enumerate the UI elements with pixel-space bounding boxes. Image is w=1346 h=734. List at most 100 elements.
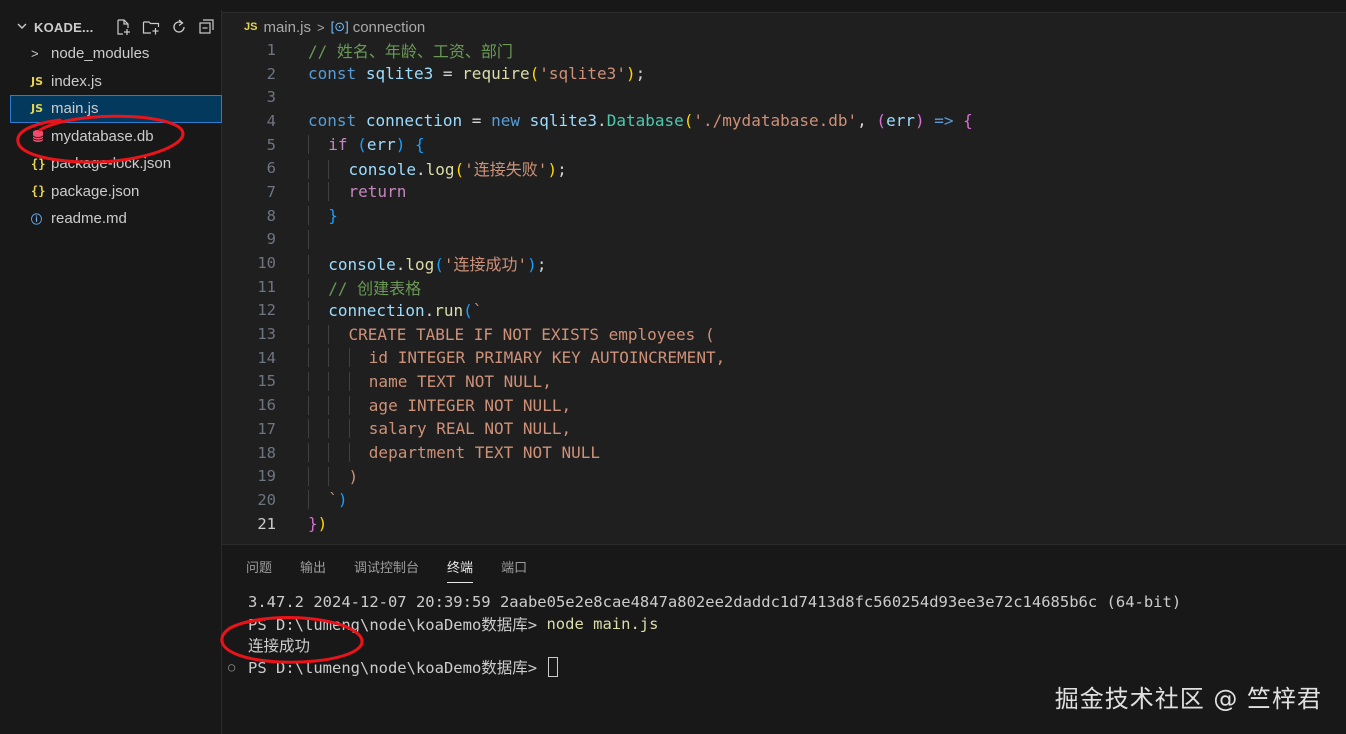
code-comment: // 姓名、年龄、工资、部门 bbox=[308, 41, 513, 61]
line-number: 6 bbox=[266, 159, 276, 178]
line-number: 21 bbox=[257, 514, 276, 533]
template-tick: ` bbox=[328, 490, 338, 510]
sql-string: department TEXT NOT NULL bbox=[368, 443, 600, 463]
fn-run: run bbox=[434, 300, 464, 320]
breadcrumb: JS main.js > [⊙] connection bbox=[244, 16, 425, 38]
code-line: 18 department TEXT NOT NULL bbox=[222, 441, 1346, 465]
sql-string: CREATE TABLE IF NOT EXISTS employees ( bbox=[348, 324, 715, 344]
breadcrumb-file[interactable]: main.js bbox=[263, 19, 311, 36]
tab-debug-console[interactable]: 调试控制台 bbox=[354, 557, 419, 583]
line-number: 3 bbox=[266, 88, 276, 107]
terminal-prompt: PS D:\lumeng\node\koaDemo数据库> bbox=[248, 658, 547, 677]
code-line: 19 ) bbox=[222, 464, 1346, 488]
sidebar-top-strip bbox=[0, 0, 222, 10]
code-line: 6 console.log('连接失败'); bbox=[222, 156, 1346, 180]
tree-item-readme-md[interactable]: ⓘ readme.md bbox=[0, 205, 222, 233]
var-sqlite3: sqlite3 bbox=[529, 111, 598, 131]
terminal-prompt: PS D:\lumeng\node\koaDemo数据库> bbox=[248, 615, 547, 634]
sql-string: ) bbox=[348, 466, 359, 486]
refresh-icon[interactable] bbox=[170, 18, 188, 36]
terminal-command: node main.js bbox=[546, 614, 659, 633]
code-line: 17 salary REAL NOT NULL, bbox=[222, 417, 1346, 441]
keyword-return: return bbox=[348, 182, 407, 202]
breadcrumb-separator: > bbox=[316, 19, 325, 35]
var-err: err bbox=[366, 135, 396, 155]
fn-log: log bbox=[425, 160, 455, 180]
sql-string: salary REAL NOT NULL, bbox=[368, 419, 572, 439]
line-number: 15 bbox=[257, 372, 276, 391]
sql-string: age INTEGER NOT NULL, bbox=[368, 395, 572, 415]
line-number: 18 bbox=[257, 443, 276, 462]
code-line: 21}) bbox=[222, 512, 1346, 536]
sql-string: name TEXT NOT NULL, bbox=[368, 371, 552, 391]
line-number: 8 bbox=[266, 206, 276, 225]
code-line: 2 const sqlite3 = require('sqlite3'); bbox=[222, 62, 1346, 86]
line-number: 10 bbox=[257, 254, 276, 273]
string: '连接失败' bbox=[464, 160, 548, 180]
panel-tabs: 问题 输出 调试控制台 终端 端口 bbox=[246, 557, 527, 583]
line-number: 4 bbox=[266, 111, 276, 130]
tree-item-label: package.json bbox=[51, 182, 140, 200]
json-file-icon: {} bbox=[31, 156, 46, 171]
new-file-icon[interactable] bbox=[114, 18, 132, 36]
sql-string: id INTEGER PRIMARY KEY AUTOINCREMENT, bbox=[368, 348, 726, 368]
new-folder-icon[interactable] bbox=[142, 18, 160, 36]
keyword-const: const bbox=[308, 64, 357, 84]
keyword-if: if bbox=[328, 135, 348, 155]
tree-item-node-modules[interactable]: > node_modules bbox=[0, 40, 222, 68]
explorer-header[interactable]: KOADE... bbox=[0, 14, 222, 40]
code-line: 4 const connection = new sqlite3.Database… bbox=[222, 109, 1346, 133]
terminal-line: 3.47.2 2024-12-07 20:39:59 2aabe05e2e8ca… bbox=[248, 592, 1182, 611]
terminal-line: ○ PS D:\lumeng\node\koaDemo数据库> bbox=[228, 656, 1338, 678]
line-number: 7 bbox=[266, 182, 276, 201]
fn-require: require bbox=[462, 64, 530, 84]
tab-problems[interactable]: 问题 bbox=[246, 557, 272, 583]
collapse-all-icon[interactable] bbox=[198, 18, 216, 36]
code-line: 5 if (err) { bbox=[222, 133, 1346, 157]
tree-item-mydatabase-db[interactable]: mydatabase.db bbox=[0, 123, 222, 151]
code-line: 7 return bbox=[222, 180, 1346, 204]
code-line: 20 `) bbox=[222, 488, 1346, 512]
line-number: 9 bbox=[266, 230, 276, 249]
terminal-line: 连接成功 bbox=[248, 637, 311, 656]
line-number: 12 bbox=[257, 301, 276, 320]
string: 'sqlite3' bbox=[539, 64, 626, 84]
line-number: 11 bbox=[257, 277, 276, 296]
code-line: 13 CREATE TABLE IF NOT EXISTS employees … bbox=[222, 322, 1346, 346]
js-file-icon: JS bbox=[244, 21, 258, 33]
line-number: 5 bbox=[266, 135, 276, 154]
code-line: 15 name TEXT NOT NULL, bbox=[222, 370, 1346, 394]
code-line: 10 console.log('连接成功'); bbox=[222, 251, 1346, 275]
tree-item-label: main.js bbox=[51, 100, 99, 118]
js-file-icon: JS bbox=[31, 102, 44, 116]
tree-item-index-js[interactable]: JS index.js bbox=[0, 68, 222, 96]
var-connection: connection bbox=[365, 111, 463, 131]
var-connection: connection bbox=[328, 300, 425, 320]
chevron-down-icon[interactable] bbox=[16, 20, 30, 35]
tab-output[interactable]: 输出 bbox=[300, 557, 326, 583]
class-database: Database bbox=[606, 111, 684, 131]
json-file-icon: {} bbox=[31, 184, 46, 199]
tree-item-package-lock-json[interactable]: {} package-lock.json bbox=[0, 150, 222, 178]
keyword-const: const bbox=[308, 111, 357, 131]
tree-item-label: node_modules bbox=[51, 45, 150, 63]
tab-terminal[interactable]: 终端 bbox=[447, 557, 474, 583]
code-line: 12 connection.run(` bbox=[222, 299, 1346, 323]
terminal[interactable]: 3.47.2 2024-12-07 20:39:59 2aabe05e2e8ca… bbox=[228, 591, 1338, 678]
line-number: 2 bbox=[266, 64, 276, 83]
code-line: 11 // 创建表格 bbox=[222, 275, 1346, 299]
breadcrumb-symbol[interactable]: connection bbox=[353, 19, 426, 36]
operator: = bbox=[442, 64, 453, 84]
tree-item-main-js[interactable]: JS main.js bbox=[10, 95, 222, 123]
code-editor: JS main.js > [⊙] connection 1 // 姓名、年龄、工资… bbox=[222, 0, 1346, 544]
code-area[interactable]: 1 // 姓名、年龄、工资、部门 2 const sqlite3 = require… bbox=[222, 38, 1346, 535]
symbol-variable-icon: [⊙] bbox=[330, 19, 349, 34]
explorer-sidebar: KOADE... > node_modules JS index.js JS m… bbox=[0, 0, 222, 734]
line-number: 1 bbox=[266, 40, 276, 59]
info-icon: ⓘ bbox=[31, 213, 42, 226]
template-tick: ` bbox=[472, 300, 483, 320]
tab-ports[interactable]: 端口 bbox=[501, 557, 527, 583]
tree-item-package-json[interactable]: {} package.json bbox=[0, 178, 222, 206]
tree-item-label: readme.md bbox=[51, 210, 127, 228]
explorer-actions bbox=[114, 18, 216, 36]
